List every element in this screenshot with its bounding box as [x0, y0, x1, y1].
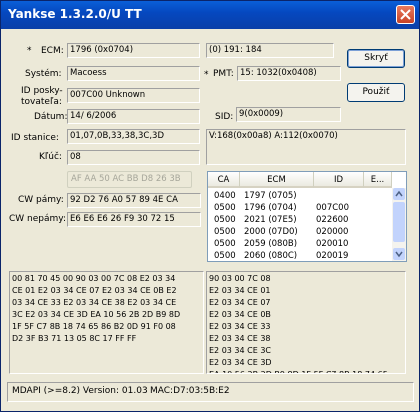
scroll-up-button[interactable]	[393, 188, 405, 200]
system-label: Systém:	[25, 69, 62, 79]
provider-field: 007C00 Unknown	[67, 88, 200, 103]
system-field: Macoess	[67, 66, 200, 81]
station-id-label: ID stanice:	[11, 133, 59, 143]
status-bar: MDAPI (>=8.2) Version: 01.03 MAC:D7:03:5…	[7, 382, 414, 402]
date-field: 14/ 6/2006	[67, 109, 200, 124]
table-cell: 022600	[316, 215, 349, 225]
hex-line: 1F 5F C7 8B 18 74 65 86 B2 0D 91 F0 08	[12, 322, 176, 331]
provider-id-label-2: tovateľa:	[21, 97, 62, 107]
table-cell: 0500	[214, 227, 236, 237]
table-row[interactable]: 0500 2060 (080C) 020019	[208, 250, 392, 261]
table-cell: 020019	[316, 251, 349, 261]
table-cell: 2060 (080C)	[244, 251, 298, 261]
table-row[interactable]: 0500 2021 (07E5) 022600	[208, 214, 392, 226]
sid-label: SID:	[215, 112, 234, 122]
table-cell: 2021 (07E5)	[244, 215, 297, 225]
column-header-ca[interactable]: CA	[208, 172, 240, 188]
title-bar[interactable]: Yankse 1.3.2.0/U TT	[1, 1, 419, 29]
pmt-field: 15: 1032(0x0408)	[237, 66, 341, 81]
key-bytes-group: AF AA 50 AC BB D8 26 3B	[67, 171, 192, 188]
table-row[interactable]: 0500 1796 (0704) 007C00	[208, 202, 392, 214]
hex-line: E2 03 34 CE 3D	[209, 358, 272, 367]
close-icon	[400, 9, 411, 20]
table-cell: 0500	[214, 215, 236, 225]
table-cell: 020000	[316, 227, 349, 237]
table-cell: 0400	[214, 191, 236, 201]
table-row[interactable]: 0400 1797 (0705)	[208, 190, 392, 202]
cw-even-label: CW pámy:	[18, 195, 64, 205]
hex-right-panel: 90 03 00 7C 08 E2 03 34 CE 01 E2 03 34 CE …	[206, 271, 406, 374]
table-cell: 020010	[316, 239, 349, 249]
hex-line: E2 03 34 CE 01	[209, 286, 271, 295]
scroll-down-button[interactable]	[393, 248, 405, 260]
cw-even-field: 92 D2 76 A0 57 89 4E CA	[67, 193, 201, 208]
sid-field: 9(0x0009)	[236, 107, 341, 122]
column-header-e[interactable]: E...	[364, 172, 392, 188]
hex-left-panel: 00 81 70 45 00 90 03 00 7C 08 E2 03 34 CE…	[9, 271, 204, 374]
table-cell: 0500	[214, 251, 236, 261]
cw-odd-label: CW nepámy:	[9, 214, 66, 224]
window-title: Yankse 1.3.2.0/U TT	[8, 7, 142, 21]
scroll-thumb[interactable]	[393, 202, 405, 242]
hex-line: E2 03 34 CE 33	[209, 322, 271, 331]
close-button[interactable]	[396, 5, 415, 24]
va-field: V:168(0x00a8) A:112(0x0070)	[206, 129, 406, 165]
ca-table[interactable]: CA ECM ID E... 0400 1797 (0705) 0500 1796 (…	[207, 171, 407, 262]
table-row[interactable]: 0500 2000 (07D0) 020000	[208, 226, 392, 238]
date-label: Dátum:	[34, 112, 68, 122]
station-id-field: 01,07,0B,33,38,3C,3D	[67, 129, 200, 144]
column-header-id[interactable]: ID	[314, 172, 364, 188]
table-cell: 007C00	[316, 203, 349, 213]
ecm-right-field: (0) 191: 184	[206, 43, 334, 58]
key-bytes-text: AF AA 50 AC BB D8 26 3B	[71, 174, 181, 184]
column-header-ecm[interactable]: ECM	[240, 172, 314, 188]
key-label: Kľúč:	[39, 152, 62, 162]
hex-line: 00 81 70 45 00 90 03 00 7C 08 E2 03 34	[12, 274, 176, 283]
ecm-field: 1796 (0x0704)	[67, 43, 200, 58]
hex-line: D2 3F B3 71 13 05 8C 17 FF FF	[12, 334, 137, 343]
ecm-label: ECM:	[41, 46, 64, 56]
status-version: MDAPI (>=8.2) Version: 01.03	[12, 386, 148, 396]
hex-line: E2 03 34 CE 0B	[209, 310, 271, 319]
table-row[interactable]: 0500 2059 (080B) 020010	[208, 238, 392, 250]
chevron-down-icon	[395, 251, 403, 258]
hex-line: 90 03 00 7C 08	[209, 274, 271, 283]
hex-line: 03 34 CE 33 E2 03 34 CE 38 E2 03 34 CE	[12, 298, 177, 307]
chevron-up-icon	[395, 190, 403, 197]
pmt-asterisk: *	[204, 70, 209, 80]
main-window: Yankse 1.3.2.0/U TT * ECM: Systém: ID po…	[0, 0, 420, 412]
hex-line: E2 03 34 CE 38	[209, 334, 271, 343]
table-cell: 0500	[214, 203, 236, 213]
hex-line: 3C E2 03 34 CE 3D EA 10 56 2B 2D B9 8D	[12, 310, 181, 319]
table-cell: 0500	[214, 239, 236, 249]
provider-id-label-1: ID posky-	[21, 86, 63, 96]
ecm-asterisk: *	[27, 46, 32, 56]
use-button[interactable]: Použiť	[347, 83, 405, 102]
status-mac: MAC:D7:03:5B:E2	[150, 386, 230, 396]
hex-line: E2 03 34 CE 3C	[209, 346, 271, 355]
hex-line: EA 10 56 2B 2D B9 8D 1F 5F C7 8B 18 74 6…	[209, 369, 403, 373]
hex-line: CE 01 E2 03 34 CE 07 E2 03 34 CE 0B E2	[12, 286, 177, 295]
hex-line: E2 03 34 CE 07	[209, 298, 271, 307]
pmt-label: PMT:	[213, 69, 234, 79]
key-field: 08	[67, 150, 200, 165]
cw-odd-field: E6 E6 E6 26 F9 30 72 15	[67, 212, 201, 227]
table-scrollbar[interactable]	[392, 188, 406, 261]
hide-button[interactable]: Skryť	[347, 49, 405, 68]
table-cell: 1796 (0704)	[244, 203, 297, 213]
table-cell: 1797 (0705)	[244, 191, 297, 201]
table-cell: 2000 (07D0)	[244, 227, 298, 237]
table-cell: 2059 (080B)	[244, 239, 298, 249]
